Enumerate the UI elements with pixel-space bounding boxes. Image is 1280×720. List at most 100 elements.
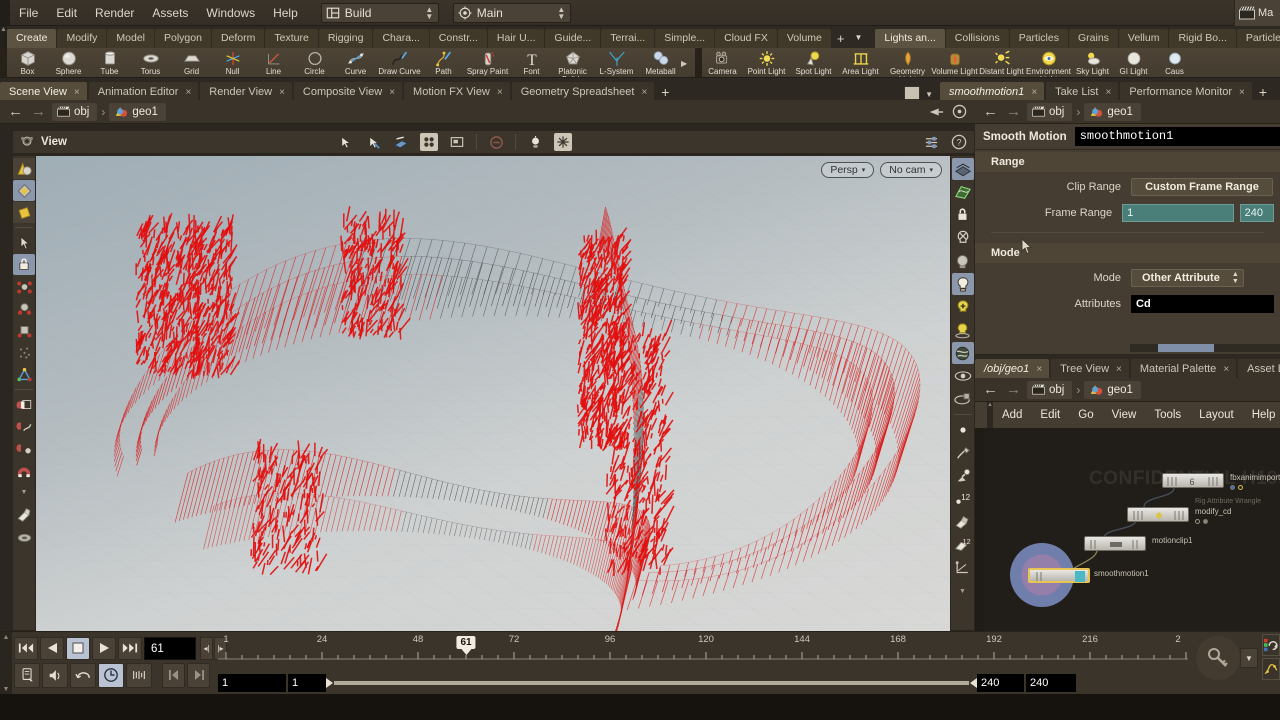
shelf-tab-hair-utils[interactable]: Hair U... [487, 29, 545, 48]
context-selector-arrows[interactable]: ▲ ▼ [557, 5, 566, 20]
next-key-button[interactable] [187, 662, 210, 688]
forward-arrow-icon[interactable]: → [1004, 104, 1023, 119]
tool-brush[interactable] [952, 442, 974, 464]
tool-select-particles[interactable] [13, 342, 35, 363]
network-menu-go[interactable]: Go [1069, 402, 1102, 428]
tool-place-light[interactable] [952, 319, 974, 341]
range-handle-left-icon[interactable] [326, 678, 333, 688]
shelf-tab-cloud-fx[interactable]: Cloud FX [715, 29, 777, 48]
scene-viewport[interactable]: Persp ▾ No cam ▾ [36, 156, 950, 631]
global-start-frame-field[interactable]: 1 [218, 674, 286, 692]
node-flags[interactable] [1195, 519, 1208, 524]
tool-environment-sphere[interactable] [951, 342, 974, 364]
shelf-tab-collisions[interactable]: Collisions [945, 29, 1009, 48]
shelf-tab-rigid-bodies[interactable]: Rigid Bo... [1169, 29, 1236, 48]
shelf-tool-metaball[interactable]: Metaball [640, 48, 681, 77]
jump-to-start-button[interactable] [14, 636, 38, 660]
tool-select[interactable] [13, 232, 35, 253]
network-menu-add[interactable]: Add [993, 402, 1031, 428]
shelf-tab-texture[interactable]: Texture [265, 29, 318, 48]
back-arrow-icon[interactable]: ← [981, 104, 1000, 119]
step-back-button[interactable] [40, 636, 64, 660]
tool-snap-primitive[interactable] [13, 416, 35, 437]
key-options-caret-icon[interactable]: ▼ [1240, 648, 1258, 668]
color-refresh-button[interactable] [1262, 634, 1280, 656]
node-render-flag[interactable] [1238, 485, 1243, 490]
shelf-row-divider-grip[interactable] [695, 48, 702, 77]
network-node-fbxanimimport1[interactable]: 6 fbxanimimport1 [1162, 473, 1280, 490]
network-tab-asset-browser[interactable]: Asset Brow [1238, 359, 1280, 380]
desktop-selector-arrows[interactable]: ▲ ▼ [425, 5, 434, 20]
breadcrumb-obj[interactable]: obj [1027, 102, 1073, 121]
shelf-tab-create[interactable]: Create [6, 29, 57, 48]
right-toolbar-more-caret-icon[interactable]: ▼ [952, 580, 974, 602]
shelf-tool-tube[interactable]: Tube [89, 48, 130, 77]
shelf-tool-point-light[interactable]: Point Light [743, 48, 790, 77]
shelf-tab-particles[interactable]: Particles [1009, 29, 1068, 48]
prev-key-button[interactable] [162, 662, 185, 688]
shelf-tab-volume[interactable]: Volume [777, 29, 831, 48]
node-flags[interactable] [1230, 485, 1243, 490]
tool-lock-selection[interactable] [13, 254, 35, 275]
menu-windows[interactable]: Windows [197, 0, 264, 26]
timeline-playhead[interactable]: 61 [456, 636, 476, 655]
shelf-tool-l-system[interactable]: L-System [593, 48, 640, 77]
parameter-horizontal-scrollbar[interactable] [1130, 344, 1280, 352]
shelf-tab-lights-and-cameras[interactable]: Lights an... [875, 29, 945, 48]
shelf-tool-box[interactable]: Box [7, 48, 48, 77]
shelf-tab-polygon[interactable]: Polygon [155, 29, 211, 48]
snap-mode-icon[interactable] [392, 133, 410, 151]
timeline-ruler[interactable]: 1 24 48 72 96 120 144 168 192 216 2 61 [218, 634, 1218, 668]
timeline-grip[interactable]: ▲ ▼ [0, 632, 12, 695]
tool-point-display[interactable] [952, 419, 974, 441]
breadcrumb-obj[interactable]: obj [52, 102, 98, 121]
shelf-tab-model[interactable]: Model [107, 29, 154, 48]
tool-point-numbers[interactable]: 12 [952, 488, 974, 510]
menu-render[interactable]: Render [86, 0, 143, 26]
shelf-tool-caustic-light[interactable]: Caus [1154, 48, 1195, 77]
pin-icon[interactable] [928, 105, 944, 119]
tool-measure[interactable] [952, 557, 974, 579]
node-body[interactable] [1084, 536, 1146, 551]
network-menu-help[interactable]: Help [1243, 402, 1280, 428]
scene-light-icon[interactable] [526, 133, 544, 151]
network-menu-view[interactable]: View [1103, 402, 1146, 428]
tool-snap-grid[interactable] [13, 394, 35, 415]
tool-display-shaded[interactable] [951, 158, 974, 180]
node-body[interactable]: 6 [1162, 473, 1224, 488]
shelf-tool-null[interactable]: Null [212, 48, 253, 77]
shelf-scroll-up-arrow[interactable]: ▲ [0, 26, 7, 48]
mode-select[interactable]: Other Attribute ▲ ▼ [1131, 269, 1244, 287]
network-node-modify-cd[interactable]: Rig Attribute Wrangle modify_cd [1127, 498, 1261, 524]
shelf-tool-environment-light[interactable]: Environment Light [1025, 48, 1072, 77]
shelf-tab-modify[interactable]: Modify [57, 29, 107, 48]
handle-mode-icon[interactable] [364, 133, 382, 151]
shelf-tab-vellum[interactable]: Vellum [1118, 29, 1169, 48]
node-display-flag[interactable] [1230, 485, 1235, 490]
shelf-tab-particle-fluids[interactable]: Particle F... [1236, 29, 1280, 48]
tool-soft-select[interactable] [13, 526, 35, 547]
shelf-tool-font[interactable]: T Font [511, 48, 552, 77]
tool-dropper[interactable] [952, 465, 974, 487]
shelf-tab-constraints[interactable]: Constr... [429, 29, 487, 48]
menu-help[interactable]: Help [264, 0, 307, 26]
viewport-layout-icon[interactable] [420, 133, 438, 151]
range-handle-right-icon[interactable] [970, 678, 977, 688]
breadcrumb-geo1[interactable]: geo1 [1084, 102, 1141, 121]
network-node-smoothmotion1[interactable]: smoothmotion1 [1028, 568, 1149, 583]
parameter-node-name-field[interactable]: smoothmotion1 [1074, 127, 1280, 146]
shelf-tab-rigging[interactable]: Rigging [318, 29, 373, 48]
back-arrow-icon[interactable]: ← [6, 104, 25, 119]
shelf-tab-guide[interactable]: Guide... [545, 29, 601, 48]
network-menu-tools[interactable]: Tools [1145, 402, 1190, 428]
context-selector[interactable]: Main ▲ ▼ [452, 2, 571, 23]
tool-paint[interactable] [952, 511, 974, 533]
shelf-tab-character[interactable]: Chara... [373, 29, 429, 48]
shelf-left-more-arrow[interactable]: ▶ [681, 48, 695, 68]
shelf-tool-distant-light[interactable]: Distant Light [978, 48, 1025, 77]
range-track[interactable] [334, 681, 969, 685]
link-circle-icon[interactable] [952, 104, 967, 119]
tool-ghost-off[interactable] [952, 227, 974, 249]
viewport-persp-button[interactable]: Persp ▾ [821, 162, 875, 178]
undo-scope-button[interactable] [70, 662, 96, 688]
